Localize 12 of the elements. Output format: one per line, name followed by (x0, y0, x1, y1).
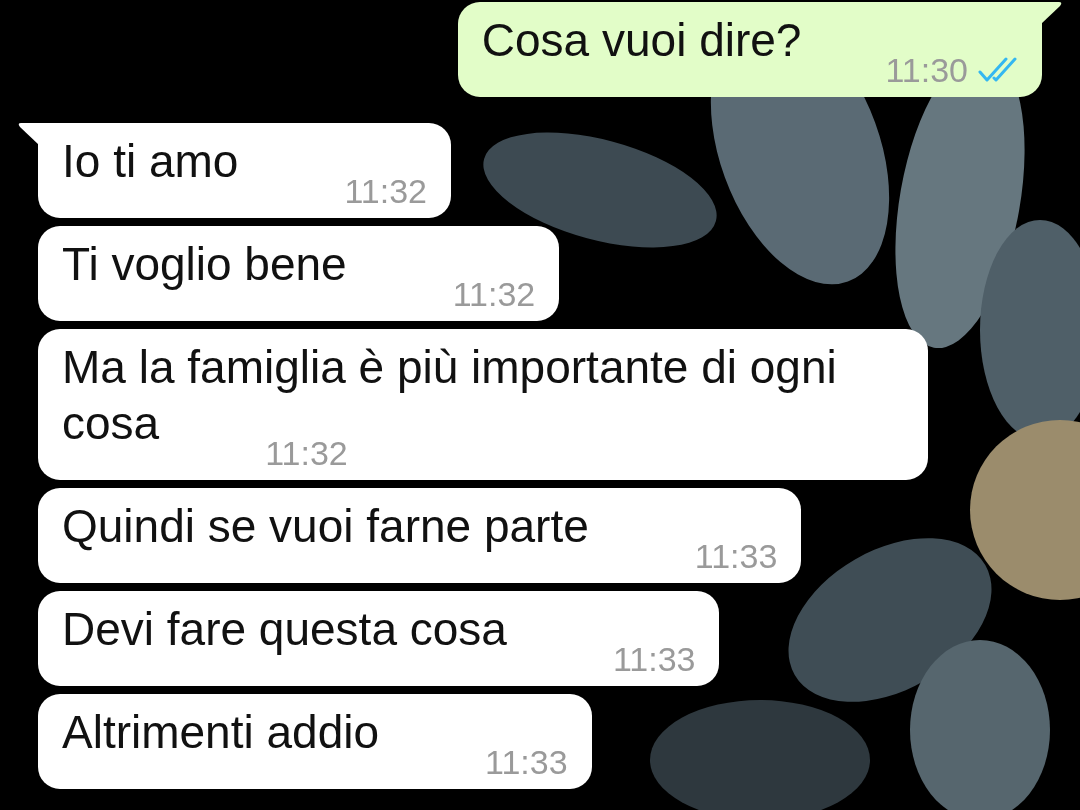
message-time: 11:33 (612, 642, 696, 676)
message-text: Devi fare questa cosa (62, 603, 507, 655)
message-time: 11:33 (694, 539, 778, 573)
message-time: 11:33 (485, 745, 568, 779)
message-text: Ti voglio bene (62, 238, 347, 290)
message-time: 11:30 (885, 53, 968, 87)
message-text: Altrimenti addio (62, 706, 380, 758)
message-text: Io ti amo (62, 135, 239, 187)
message-time: 11:32 (452, 277, 536, 311)
message-time: 11:32 (344, 174, 427, 208)
message-text: Quindi se vuoi farne parte (62, 500, 589, 552)
message-text: Cosa vuoi dire? (481, 14, 802, 66)
